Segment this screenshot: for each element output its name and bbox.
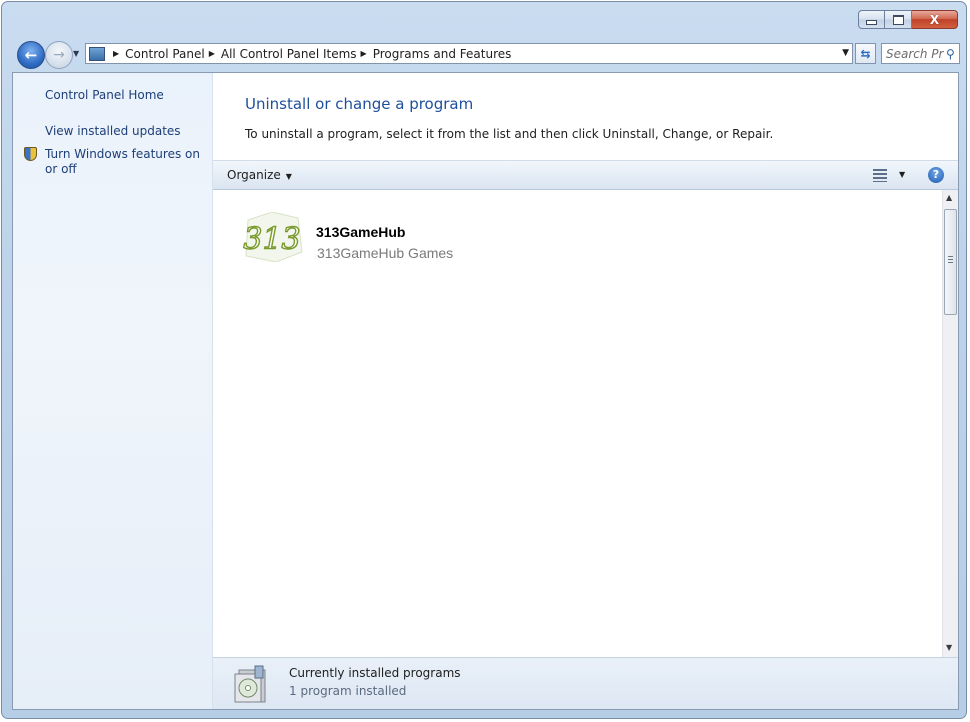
scroll-up-icon[interactable]: ▲	[946, 193, 952, 202]
installed-programs-icon	[234, 665, 266, 703]
search-input[interactable]	[886, 46, 944, 61]
minimize-button[interactable]	[858, 10, 885, 29]
programs-and-features-window: X ← → ▼ ▶ Control Panel ▶ All Control Pa…	[1, 1, 967, 719]
organize-label: Organize	[227, 168, 281, 182]
minimize-icon	[866, 20, 877, 25]
close-button[interactable]: X	[912, 10, 958, 29]
caption-buttons: X	[858, 10, 958, 29]
breadcrumb-separator-icon[interactable]: ▶	[361, 49, 367, 58]
program-name: 313GameHub	[316, 224, 406, 240]
client-area: Control Panel Home View installed update…	[12, 72, 959, 710]
page-title: Uninstall or change a program	[245, 95, 474, 113]
address-bar[interactable]: ▶ Control Panel ▶ All Control Panel Item…	[85, 43, 853, 64]
navigation-bar: ← → ▼ ▶ Control Panel ▶ All Control Pane…	[12, 40, 962, 69]
scroll-thumb[interactable]	[944, 209, 957, 315]
views-dropdown-icon[interactable]: ▼	[899, 170, 905, 179]
breadcrumb-separator-icon[interactable]: ▶	[209, 49, 215, 58]
logo-text: 313	[243, 222, 300, 257]
control-panel-icon	[89, 46, 105, 61]
address-dropdown-icon[interactable]: ▼	[842, 48, 849, 58]
forward-button[interactable]: →	[45, 41, 73, 69]
chevron-down-icon: ▼	[285, 172, 292, 181]
refresh-icon: ⇆	[860, 46, 871, 61]
back-arrow-icon: ←	[24, 46, 38, 64]
windows-features-link[interactable]: Turn Windows features on or off	[45, 147, 205, 177]
program-list[interactable]: 313 313GameHub 313GameHub Games	[213, 190, 942, 657]
shield-icon	[24, 147, 37, 161]
organize-button[interactable]: Organize ▼	[227, 168, 292, 182]
breadcrumb-control-panel[interactable]: Control Panel	[125, 47, 205, 61]
main-content: Uninstall or change a program To uninsta…	[213, 73, 958, 709]
back-button[interactable]: ←	[17, 41, 45, 69]
search-icon[interactable]: ⚲	[946, 47, 955, 61]
vertical-scrollbar[interactable]: ▲ ▼	[942, 190, 958, 657]
task-pane: Control Panel Home View installed update…	[13, 73, 213, 709]
installed-count: 1 program installed	[289, 684, 407, 698]
recent-pages-dropdown[interactable]: ▼	[73, 49, 79, 58]
details-title: Currently installed programs	[289, 666, 461, 680]
details-pane: Currently installed programs 1 program i…	[213, 657, 958, 709]
program-publisher: 313GameHub Games	[317, 245, 454, 261]
search-box[interactable]: ⚲	[881, 43, 960, 64]
refresh-button[interactable]: ⇆	[855, 43, 876, 64]
forward-arrow-icon: →	[53, 47, 65, 63]
breadcrumb-all-items[interactable]: All Control Panel Items	[221, 47, 357, 61]
maximize-icon	[892, 14, 904, 25]
maximize-button[interactable]	[885, 10, 912, 29]
control-panel-home-link[interactable]: Control Panel Home	[45, 88, 164, 102]
command-bar: Organize ▼ ▼ ?	[213, 160, 958, 190]
breadcrumb-separator-icon[interactable]: ▶	[113, 49, 119, 58]
breadcrumb-programs-and-features[interactable]: Programs and Features	[373, 47, 512, 61]
page-description: To uninstall a program, select it from t…	[245, 127, 774, 141]
help-icon[interactable]: ?	[928, 167, 944, 183]
close-icon: X	[929, 12, 940, 27]
scroll-down-icon[interactable]: ▼	[946, 643, 952, 652]
scroll-grip-icon	[948, 256, 953, 263]
313gamehub-logo-icon: 313	[243, 212, 303, 262]
views-icon[interactable]	[873, 169, 887, 182]
view-installed-updates-link[interactable]: View installed updates	[45, 124, 181, 138]
